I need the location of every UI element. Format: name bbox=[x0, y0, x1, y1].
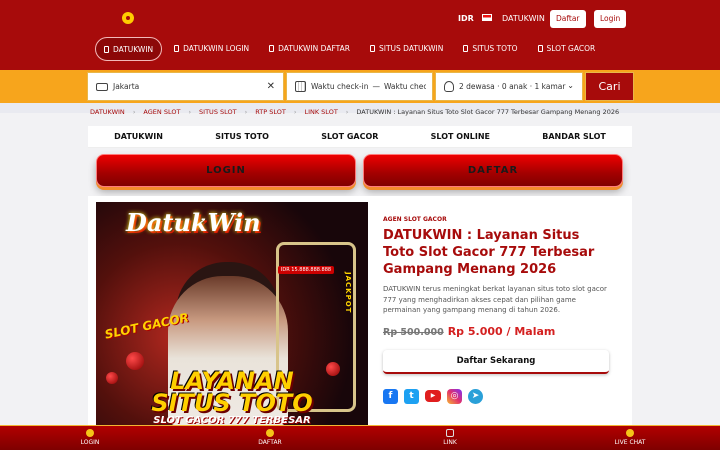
bottom-bar: LOGIN DAFTAR LINK LIVE CHAT bbox=[0, 425, 720, 450]
location-value: Jakarta bbox=[113, 82, 140, 91]
banner-headline-2: SITUS TOTO bbox=[151, 389, 313, 417]
banner-logo: DatukWin bbox=[126, 208, 261, 237]
subnav-item-slot-gacor[interactable]: SLOT GACOR bbox=[321, 132, 378, 141]
date-field[interactable]: Waktu check-in — Waktu check-out bbox=[286, 72, 433, 101]
nav-item-datukwin[interactable]: DATUKWIN bbox=[95, 37, 163, 61]
nav-item-situs-toto[interactable]: SITUS TOTO bbox=[455, 37, 525, 61]
breadcrumb-item[interactable]: RTP SLOT bbox=[255, 108, 286, 116]
price-row: Rp 500.000 Rp 5.000 / Malam bbox=[383, 325, 609, 338]
breadcrumb-separator: › bbox=[293, 108, 297, 116]
login-button-top[interactable]: Login bbox=[594, 10, 627, 28]
user-icon bbox=[266, 429, 274, 437]
bottom-login[interactable]: LOGIN bbox=[0, 426, 180, 450]
guests-value: 2 dewasa · 0 anak · 1 kamar bbox=[459, 82, 566, 91]
breadcrumb-separator: › bbox=[244, 108, 248, 116]
indonesia-flag-icon[interactable] bbox=[482, 14, 492, 21]
bottom-daftar[interactable]: DAFTAR bbox=[180, 426, 360, 450]
page-icon bbox=[369, 45, 375, 52]
breadcrumb-item[interactable]: DATUKWIN bbox=[90, 108, 125, 116]
date-separator: — bbox=[372, 82, 380, 91]
subnav-item-datukwin[interactable]: DATUKWIN bbox=[114, 132, 163, 141]
twitter-icon[interactable]: t bbox=[404, 388, 419, 404]
subnav-item-situs-toto[interactable]: SITUS TOTO bbox=[215, 132, 269, 141]
logo-icon[interactable] bbox=[122, 12, 134, 24]
nav-item-datukwin-login[interactable]: DATUKWIN LOGIN bbox=[166, 37, 257, 61]
coin-icon bbox=[86, 429, 94, 437]
product-title: DATUKWIN : Layanan Situs Toto Slot Gacor… bbox=[383, 228, 595, 277]
youtube-icon[interactable]: ▶ bbox=[425, 389, 441, 402]
breadcrumb-separator: › bbox=[188, 108, 192, 116]
product-description: DATUKWIN terus meningkat berkat layanan … bbox=[383, 285, 607, 314]
login-big-button[interactable]: LOGIN bbox=[96, 154, 356, 187]
guests-field[interactable]: 2 dewasa · 0 anak · 1 kamar ⌄ bbox=[435, 72, 583, 101]
page-icon bbox=[269, 45, 275, 52]
telegram-icon[interactable]: ➤ bbox=[468, 388, 483, 404]
nav-item-situs-datukwin[interactable]: SITUS DATUKWIN bbox=[362, 37, 451, 61]
bottom-link[interactable]: LINK bbox=[360, 426, 540, 450]
sub-nav: DATUKWIN SITUS TOTO SLOT GACOR SLOT ONLI… bbox=[88, 126, 632, 148]
instagram-icon[interactable]: ◎ bbox=[447, 388, 462, 404]
social-links: f t ▶ ◎ ➤ bbox=[383, 388, 609, 404]
location-field[interactable]: Jakarta ✕ bbox=[87, 72, 284, 101]
page-icon bbox=[174, 45, 180, 52]
old-price: Rp 500.000 bbox=[383, 326, 444, 338]
clear-icon[interactable]: ✕ bbox=[267, 81, 275, 92]
breadcrumb-item[interactable]: LINK SLOT bbox=[304, 108, 337, 116]
daftar-button-top[interactable]: Daftar bbox=[550, 10, 586, 28]
site-header: IDR DATUKWIN Daftar Login DATUKWIN DATUK… bbox=[0, 0, 720, 70]
subnav-item-slot-online[interactable]: SLOT ONLINE bbox=[431, 132, 490, 141]
checkout-placeholder: Waktu check-out bbox=[383, 82, 426, 91]
chat-icon bbox=[626, 429, 634, 437]
nav-item-datukwin-daftar[interactable]: DATUKWIN DAFTAR bbox=[261, 37, 358, 61]
nav-item-slot-gacor[interactable]: SLOT GACOR bbox=[530, 37, 604, 61]
banner-headline: LAYANAN SITUS TOTO bbox=[96, 369, 368, 417]
link-icon bbox=[446, 429, 454, 437]
breadcrumb-current: DATUKWIN : Layanan Situs Toto Slot Gacor… bbox=[356, 108, 620, 116]
product-tag[interactable]: AGEN SLOT GACOR bbox=[383, 216, 609, 223]
breadcrumb-item[interactable]: SITUS SLOT bbox=[199, 108, 237, 116]
page-icon bbox=[104, 46, 109, 53]
bottom-live-chat[interactable]: LIVE CHAT bbox=[540, 426, 720, 450]
currency-label[interactable]: IDR bbox=[458, 14, 474, 23]
banner-jackpot-badge: IDR 15.888.888.888 bbox=[278, 266, 334, 274]
product-info: AGEN SLOT GACOR DATUKWIN : Layanan Situs… bbox=[383, 216, 609, 404]
brand-name: DATUKWIN bbox=[502, 14, 545, 23]
subnav-item-bandar-slot[interactable]: BANDAR SLOT bbox=[542, 132, 606, 141]
promo-banner[interactable]: IDR 15.888.888.888 JACKPOT DatukWin SLOT… bbox=[96, 202, 368, 426]
breadcrumb-separator: › bbox=[132, 108, 136, 116]
breadcrumb-separator: › bbox=[345, 108, 349, 116]
page-icon bbox=[537, 45, 543, 52]
user-icon bbox=[444, 81, 454, 92]
checkin-placeholder: Waktu check-in bbox=[311, 82, 369, 91]
bed-icon bbox=[96, 82, 108, 91]
new-price: Rp 5.000 / Malam bbox=[447, 324, 556, 338]
banner-ball bbox=[126, 352, 144, 370]
facebook-icon[interactable]: f bbox=[383, 388, 398, 404]
daftar-big-button[interactable]: DAFTAR bbox=[363, 154, 623, 187]
breadcrumb: DATUKWIN › AGEN SLOT › SITUS SLOT › RTP SLO… bbox=[90, 108, 627, 116]
banner-jackpot-text: JACKPOT bbox=[344, 272, 352, 314]
page-icon bbox=[463, 45, 469, 52]
search-button[interactable]: Cari bbox=[585, 72, 634, 101]
daftar-sekarang-button[interactable]: Daftar Sekarang bbox=[383, 349, 609, 374]
chevron-down-icon: ⌄ bbox=[567, 81, 574, 90]
calendar-icon bbox=[295, 81, 306, 92]
main-nav: DATUKWIN DATUKWIN LOGIN DATUKWIN DAFTAR … bbox=[95, 37, 607, 61]
breadcrumb-item[interactable]: AGEN SLOT bbox=[143, 108, 180, 116]
